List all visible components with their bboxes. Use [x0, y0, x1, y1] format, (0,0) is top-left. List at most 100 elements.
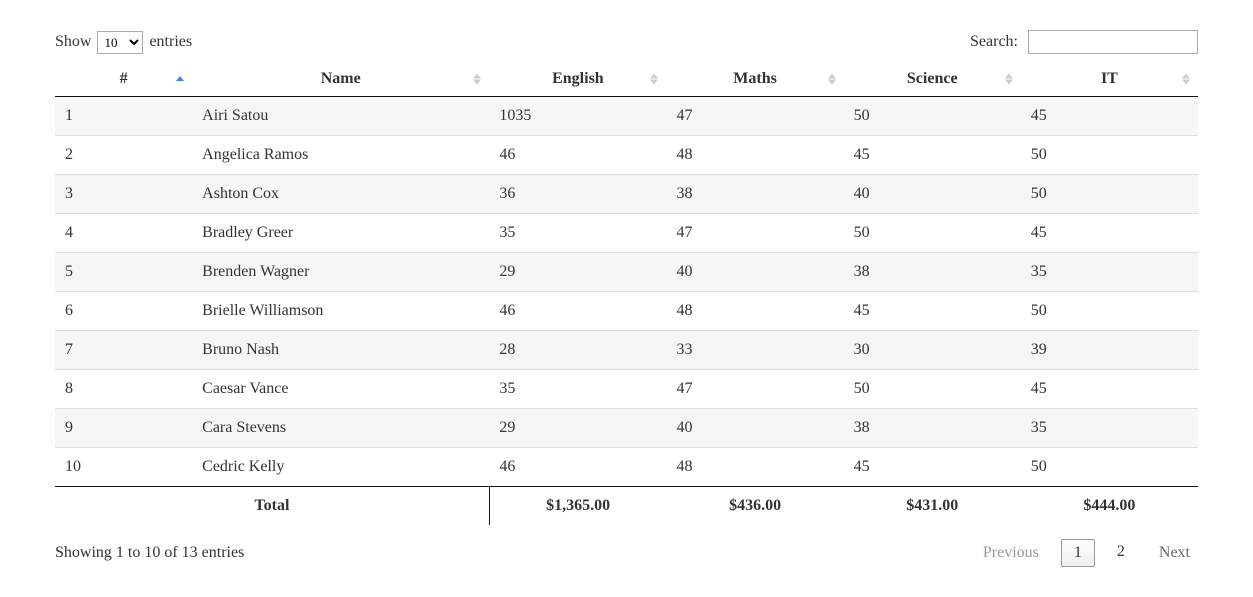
cell-english: 29	[489, 253, 666, 292]
page-length-select[interactable]: 10 25 50 100	[97, 31, 143, 54]
cell-it: 50	[1021, 136, 1198, 175]
length-entries-label: entries	[149, 33, 192, 51]
cell-name: Brenden Wagner	[192, 253, 489, 292]
data-table: # Name English Maths Science IT	[55, 62, 1198, 525]
table-row: 1Airi Satou1035475045	[55, 97, 1198, 136]
cell-it: 45	[1021, 370, 1198, 409]
cell-it: 45	[1021, 214, 1198, 253]
footer-science-total: $431.00	[844, 487, 1021, 526]
table-row: 8Caesar Vance35475045	[55, 370, 1198, 409]
cell-it: 50	[1021, 175, 1198, 214]
col-header-science[interactable]: Science	[844, 62, 1021, 97]
next-button[interactable]: Next	[1151, 540, 1198, 566]
cell-maths: 47	[666, 370, 843, 409]
search-control: Search:	[970, 30, 1198, 54]
cell-idx: 1	[55, 97, 192, 136]
cell-english: 46	[489, 136, 666, 175]
cell-name: Caesar Vance	[192, 370, 489, 409]
cell-it: 45	[1021, 97, 1198, 136]
cell-maths: 33	[666, 331, 843, 370]
cell-science: 45	[844, 448, 1021, 487]
cell-maths: 48	[666, 448, 843, 487]
cell-science: 38	[844, 253, 1021, 292]
cell-english: 46	[489, 448, 666, 487]
cell-name: Cara Stevens	[192, 409, 489, 448]
footer-it-total: $444.00	[1021, 487, 1198, 526]
sort-icon	[1182, 74, 1190, 85]
table-info: Showing 1 to 10 of 13 entries	[55, 544, 244, 562]
cell-name: Angelica Ramos	[192, 136, 489, 175]
table-row: 10Cedric Kelly46484550	[55, 448, 1198, 487]
cell-english: 46	[489, 292, 666, 331]
col-header-maths-label: Maths	[733, 70, 777, 87]
col-header-index[interactable]: #	[55, 62, 192, 97]
cell-science: 50	[844, 97, 1021, 136]
cell-science: 50	[844, 214, 1021, 253]
cell-english: 36	[489, 175, 666, 214]
cell-idx: 8	[55, 370, 192, 409]
table-row: 7Bruno Nash28333039	[55, 331, 1198, 370]
cell-science: 38	[844, 409, 1021, 448]
col-header-index-label: #	[120, 70, 128, 87]
cell-idx: 5	[55, 253, 192, 292]
cell-science: 50	[844, 370, 1021, 409]
cell-english: 35	[489, 370, 666, 409]
sort-icon	[828, 74, 836, 85]
col-header-it-label: IT	[1101, 70, 1118, 87]
sort-icon	[650, 74, 658, 85]
cell-name: Ashton Cox	[192, 175, 489, 214]
cell-idx: 2	[55, 136, 192, 175]
pagination: Previous 12 Next	[975, 539, 1198, 567]
cell-maths: 47	[666, 97, 843, 136]
search-label: Search:	[970, 33, 1018, 51]
col-header-name[interactable]: Name	[192, 62, 489, 97]
cell-science: 45	[844, 136, 1021, 175]
cell-idx: 3	[55, 175, 192, 214]
footer-maths-total: $436.00	[666, 487, 843, 526]
table-row: 6Brielle Williamson46484550	[55, 292, 1198, 331]
cell-english: 1035	[489, 97, 666, 136]
previous-button[interactable]: Previous	[975, 540, 1047, 566]
cell-english: 28	[489, 331, 666, 370]
sort-icon	[473, 74, 481, 85]
col-header-english-label: English	[552, 70, 604, 87]
col-header-maths[interactable]: Maths	[666, 62, 843, 97]
col-header-name-label: Name	[321, 70, 361, 87]
table-row: 5Brenden Wagner29403835	[55, 253, 1198, 292]
col-header-it[interactable]: IT	[1021, 62, 1198, 97]
cell-it: 35	[1021, 409, 1198, 448]
cell-it: 39	[1021, 331, 1198, 370]
page-2[interactable]: 2	[1105, 539, 1137, 567]
cell-idx: 7	[55, 331, 192, 370]
search-input[interactable]	[1028, 30, 1198, 54]
footer-total-label: Total	[55, 487, 489, 526]
col-header-science-label: Science	[907, 70, 958, 87]
cell-maths: 48	[666, 136, 843, 175]
cell-science: 30	[844, 331, 1021, 370]
footer-english-total: $1,365.00	[489, 487, 666, 526]
cell-maths: 38	[666, 175, 843, 214]
col-header-english[interactable]: English	[489, 62, 666, 97]
cell-maths: 48	[666, 292, 843, 331]
table-row: 4Bradley Greer35475045	[55, 214, 1198, 253]
cell-maths: 40	[666, 253, 843, 292]
table-row: 2Angelica Ramos46484550	[55, 136, 1198, 175]
cell-it: 35	[1021, 253, 1198, 292]
page-1[interactable]: 1	[1061, 539, 1095, 567]
length-control: Show 10 25 50 100 entries	[55, 31, 192, 54]
sort-asc-icon	[176, 76, 184, 82]
cell-english: 29	[489, 409, 666, 448]
cell-english: 35	[489, 214, 666, 253]
cell-it: 50	[1021, 292, 1198, 331]
cell-maths: 47	[666, 214, 843, 253]
cell-name: Bruno Nash	[192, 331, 489, 370]
cell-name: Brielle Williamson	[192, 292, 489, 331]
cell-idx: 4	[55, 214, 192, 253]
length-show-label: Show	[55, 33, 91, 51]
cell-idx: 6	[55, 292, 192, 331]
footer-row: Total $1,365.00 $436.00 $431.00 $444.00	[55, 487, 1198, 526]
cell-name: Airi Satou	[192, 97, 489, 136]
cell-science: 45	[844, 292, 1021, 331]
cell-it: 50	[1021, 448, 1198, 487]
cell-name: Cedric Kelly	[192, 448, 489, 487]
